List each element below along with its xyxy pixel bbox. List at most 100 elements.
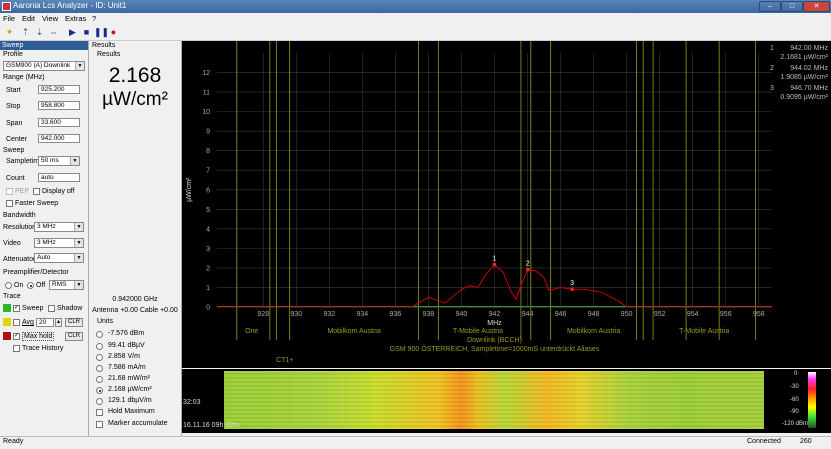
shadow-checkbox[interactable] <box>48 305 55 312</box>
marker-legend-value: 0.9095 µW/cm² <box>780 94 828 101</box>
span-label: Span <box>6 120 23 127</box>
y-axis-label: µW/cm² <box>186 177 193 202</box>
menu-view[interactable]: View <box>42 14 58 23</box>
x-tick-label: 936 <box>390 311 402 318</box>
sweep-up-icon[interactable]: ⇡ <box>20 27 31 38</box>
start-input[interactable]: 925.200 <box>38 85 80 94</box>
display-off-label: Display off <box>42 188 75 195</box>
preamp-label: Preamplifier/Detector <box>3 269 69 276</box>
scale-label: -120 dBm <box>782 421 809 427</box>
x-tick-label: 932 <box>323 311 335 318</box>
video-select[interactable]: 3 MHz ▼ <box>34 238 84 248</box>
stop-icon[interactable]: ■ <box>81 27 92 38</box>
maxhold-clr-button[interactable]: CLR <box>65 332 83 341</box>
x-tick-label: 944 <box>522 311 534 318</box>
unit-text: 2.858 V/m <box>108 353 140 360</box>
trace-history-checkbox[interactable] <box>13 345 20 352</box>
pep-checkbox[interactable] <box>6 188 13 195</box>
close-button[interactable]: ✕ <box>803 1 830 12</box>
record-icon[interactable]: ● <box>108 27 119 38</box>
sweep-color-swatch[interactable] <box>3 304 11 312</box>
sweep-down-icon[interactable]: ⇣ <box>34 27 45 38</box>
menu-file[interactable]: File <box>3 14 15 23</box>
band-label: Mobilkom Austria <box>567 328 620 335</box>
unit-radio[interactable] <box>96 376 103 383</box>
avg-checkbox[interactable] <box>13 319 20 326</box>
shadow-label: Shadow <box>57 305 83 312</box>
scale-label: -60 <box>790 397 799 403</box>
unit-radio[interactable] <box>96 365 103 372</box>
detector-select[interactable]: RMS ▼ <box>49 280 84 290</box>
x-tick-label: 942 <box>489 311 501 318</box>
sweep-checkbox[interactable]: ✓ <box>13 305 20 312</box>
avg-color-swatch[interactable] <box>3 318 11 326</box>
pause-icon[interactable]: ❚❚ <box>94 27 109 38</box>
annotation-text: GSM 900 ÖSTERREICH, Sampletime=1000mS un… <box>390 345 600 353</box>
maxhold-checkbox[interactable]: ✓ <box>13 333 20 340</box>
faster-sweep-checkbox[interactable] <box>6 200 13 207</box>
y-tick-label: 10 <box>202 109 210 116</box>
preamp-on-label: On <box>14 282 24 289</box>
menu-extras[interactable]: Extras <box>65 14 86 23</box>
preamp-on-radio[interactable] <box>5 282 12 289</box>
sweep-check-label: Sweep <box>22 305 44 312</box>
wizard-icon[interactable]: ✦ <box>4 27 15 38</box>
maxhold-label: Max hold <box>22 332 55 341</box>
spectrum-svg[interactable]: 0123456789101112928 930 932 934 936 938 940 942… <box>182 41 831 368</box>
play-icon[interactable]: ▶ <box>67 27 78 38</box>
y-tick-label: 4 <box>206 226 210 233</box>
unit-radio[interactable] <box>96 354 103 361</box>
marker-accumulate-checkbox[interactable] <box>96 421 103 428</box>
display-off-checkbox[interactable] <box>33 188 40 195</box>
minimize-button[interactable]: – <box>759 1 781 12</box>
profile-select[interactable]: GSM900 (A) Downlink ▼ <box>3 61 85 71</box>
menu-help[interactable]: ? <box>92 14 96 23</box>
status-text: Ready <box>3 438 24 445</box>
y-tick-label: 12 <box>202 70 210 77</box>
hold-maximum-checkbox[interactable] <box>96 409 103 416</box>
count-input[interactable]: auto <box>38 173 80 182</box>
unit-radio[interactable] <box>96 331 103 338</box>
marker-accumulate-label: Marker accumulate <box>108 420 168 427</box>
spectrum-chart[interactable]: 0 1 2 3 4 5 6 7 8 9 10 11 12 928 930 932 934 936 938 940 942… <box>182 41 831 368</box>
sampletime-select[interactable]: 50 ms ▼ <box>38 156 80 166</box>
menu-edit[interactable]: Edit <box>22 14 35 23</box>
preamp-off-label: Off <box>36 282 46 289</box>
sweep-range-icon[interactable]: ⇔ <box>48 27 59 38</box>
preamp-off-radio[interactable] <box>27 282 34 289</box>
x-tick-label: 948 <box>588 311 600 318</box>
x-tick-label: 934 <box>357 311 369 318</box>
marker-label: 1 <box>493 256 497 263</box>
avg-spinner[interactable]: ▴ <box>55 318 62 327</box>
maxhold-color-swatch[interactable] <box>3 332 11 340</box>
center-label: Center <box>6 136 28 143</box>
unit-radio[interactable] <box>96 387 103 394</box>
avg-input[interactable]: 20 <box>36 318 54 327</box>
marker-legend-freq: 944.02 MHz <box>790 65 828 72</box>
results-group-label: Results <box>97 51 121 58</box>
marker-legend-num: 3 <box>770 85 774 92</box>
maximize-button[interactable]: □ <box>781 1 803 12</box>
span-input[interactable]: 33.600 <box>38 118 80 127</box>
resolution-select[interactable]: 3 MHz ▼ <box>34 222 84 232</box>
status-bar: Ready Connected 260 <box>0 436 831 449</box>
center-input[interactable]: 942.000 <box>38 134 80 143</box>
unit-radio[interactable] <box>96 343 103 350</box>
band-label: One <box>245 328 258 335</box>
unit-text: -7.576 dBm <box>108 330 145 337</box>
waterfall-color-scale <box>808 372 816 428</box>
unit-radio[interactable] <box>96 398 103 405</box>
resolution-value: 3 MHz <box>37 223 56 230</box>
attenuator-select[interactable]: Auto ▼ <box>34 253 84 263</box>
waterfall-view[interactable]: 32:03 16.11.16 09h 32m 0 -30 -60 -90 -12… <box>182 369 831 433</box>
avg-clr-button[interactable]: CLR <box>65 318 83 327</box>
stop-input[interactable]: 958.800 <box>38 101 80 110</box>
title-bar: Aaronia Lcs Analyzer - ID: Unit1 – □ ✕ <box>0 0 831 13</box>
band-label: Mobilkom Austria <box>327 328 380 335</box>
bandwidth-label: Bandwidth <box>3 212 36 219</box>
chevron-down-icon: ▼ <box>74 223 83 231</box>
x-tick-label: 928 <box>257 311 269 318</box>
scale-label: -90 <box>790 409 799 415</box>
video-label: Video <box>3 240 21 247</box>
profile-label: Profile <box>3 51 23 58</box>
